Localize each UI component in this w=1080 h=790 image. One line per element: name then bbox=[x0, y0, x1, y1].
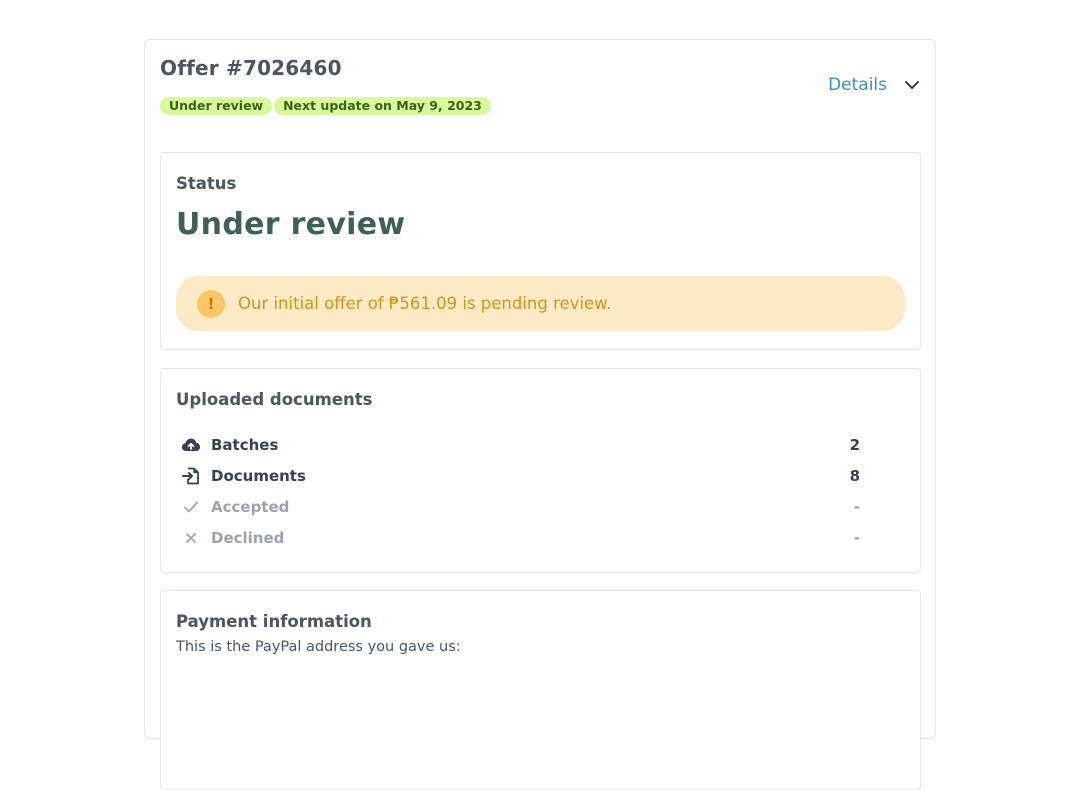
file-import-icon bbox=[180, 466, 202, 486]
status-section: Status Under review ! Our initial offer … bbox=[160, 152, 921, 350]
exclamation-icon: ! bbox=[197, 289, 225, 318]
chevron-down-icon[interactable] bbox=[903, 76, 921, 94]
x-icon bbox=[180, 528, 202, 548]
documents-row: Documents 8 bbox=[180, 464, 860, 488]
pending-review-alert: ! Our initial offer of ₱561.09 is pendin… bbox=[176, 276, 905, 331]
offer-title: Offer #7026460 bbox=[160, 56, 342, 80]
next-update-badge: Next update on May 9, 2023 bbox=[274, 97, 491, 115]
declined-row: Declined - bbox=[180, 526, 860, 550]
status-value: Under review bbox=[176, 207, 406, 242]
documents-count: 8 bbox=[849, 467, 860, 485]
payment-information-title: Payment information bbox=[176, 612, 372, 631]
details-link[interactable]: Details bbox=[828, 75, 887, 95]
status-badge: Under review bbox=[160, 97, 273, 115]
declined-label: Declined bbox=[211, 529, 285, 547]
payment-information-section: Payment information This is the PayPal a… bbox=[160, 590, 921, 790]
offer-card: Offer #7026460 Under review Next update … bbox=[144, 39, 936, 790]
details-toggle[interactable]: Details bbox=[828, 75, 921, 95]
offer-badges: Under review Next update on May 9, 2023 bbox=[160, 97, 491, 115]
accepted-count: - bbox=[853, 498, 860, 516]
accepted-row: Accepted - bbox=[180, 495, 860, 519]
batches-count: 2 bbox=[849, 436, 860, 454]
accepted-label: Accepted bbox=[211, 498, 290, 516]
batches-row: Batches 2 bbox=[180, 433, 860, 457]
status-label: Status bbox=[176, 174, 237, 193]
uploaded-documents-section: Uploaded documents Batches 2 Documents 8 bbox=[160, 368, 921, 573]
check-icon bbox=[180, 497, 202, 517]
declined-count: - bbox=[853, 529, 860, 547]
batches-label: Batches bbox=[211, 436, 279, 454]
alert-message: Our initial offer of ₱561.09 is pending … bbox=[238, 294, 612, 313]
cloud-upload-icon bbox=[180, 435, 202, 455]
payment-description: This is the PayPal address you gave us: bbox=[176, 639, 461, 655]
documents-label: Documents bbox=[211, 467, 306, 485]
uploaded-documents-title: Uploaded documents bbox=[176, 390, 373, 409]
